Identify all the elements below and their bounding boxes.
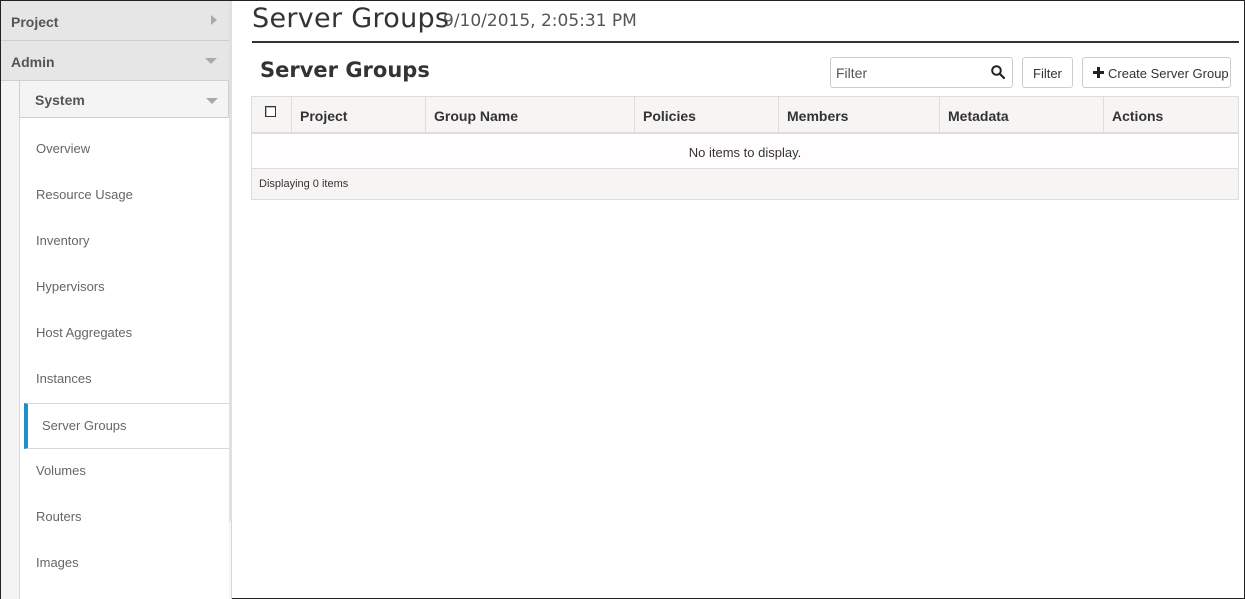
chevron-right-icon bbox=[211, 15, 217, 25]
sidebar-item-server-groups[interactable]: Server Groups bbox=[24, 403, 229, 449]
sidebar-section-admin-label: Admin bbox=[11, 54, 55, 70]
sidebar-section-project[interactable]: Project bbox=[1, 1, 229, 41]
sidebar-item-images[interactable]: Images bbox=[20, 541, 229, 587]
table-header-row: Project Group Name Policies Members Meta… bbox=[252, 97, 1238, 134]
sidebar-item-hypervisors[interactable]: Hypervisors bbox=[20, 265, 229, 311]
sidebar-item-routers[interactable]: Routers bbox=[20, 495, 229, 541]
page-title: Server Groups bbox=[252, 3, 450, 34]
sidebar-item-label: Hypervisors bbox=[36, 279, 105, 294]
column-header-metadata[interactable]: Metadata bbox=[940, 97, 1104, 132]
sidebar-item-label: Host Aggregates bbox=[36, 325, 133, 340]
sidebar-item-overview[interactable]: Overview bbox=[20, 127, 229, 173]
sidebar-item-label: Instances bbox=[36, 371, 92, 386]
sidebar-section-admin[interactable]: Admin bbox=[1, 41, 229, 81]
main-content: Server Groups 9/10/2015, 2:05:31 PM Serv… bbox=[232, 1, 1244, 598]
sidebar-item-label: Volumes bbox=[36, 463, 86, 478]
column-header-project[interactable]: Project bbox=[292, 97, 426, 132]
sidebar-item-label: Resource Usage bbox=[36, 187, 133, 202]
sidebar-item-label: Overview bbox=[36, 141, 91, 156]
sidebar-system-panel: System Overview Resource Usage Inventory… bbox=[19, 81, 229, 599]
sidebar-section-system-label: System bbox=[35, 92, 85, 108]
column-header-group-name[interactable]: Group Name bbox=[426, 97, 635, 132]
table-title: Server Groups bbox=[260, 58, 430, 82]
chevron-down-icon bbox=[206, 98, 218, 104]
filter-button[interactable]: Filter bbox=[1022, 57, 1073, 88]
filter-search-box bbox=[830, 57, 1013, 88]
sidebar-item-label: Inventory bbox=[36, 233, 90, 248]
sidebar-item-label: Images bbox=[36, 555, 79, 570]
sidebar-section-project-label: Project bbox=[11, 14, 59, 30]
table-footer-count: Displaying 0 items bbox=[252, 169, 1238, 199]
sidebar-item-host-aggregates[interactable]: Host Aggregates bbox=[20, 311, 229, 357]
sidebar-item-label: Server Groups bbox=[42, 418, 127, 433]
search-icon[interactable] bbox=[991, 65, 1005, 79]
create-server-group-label: Create Server Group bbox=[1108, 66, 1229, 81]
create-server-group-button[interactable]: Create Server Group bbox=[1082, 57, 1231, 88]
sidebar: Project Admin System Overview Resource U… bbox=[1, 1, 232, 599]
sidebar-section-system[interactable]: System bbox=[19, 81, 229, 118]
sidebar-item-label: Routers bbox=[36, 509, 82, 524]
sidebar-item-instances[interactable]: Instances bbox=[20, 357, 229, 403]
sidebar-item-inventory[interactable]: Inventory bbox=[20, 219, 229, 265]
column-header-actions: Actions bbox=[1112, 108, 1164, 124]
select-all-cell bbox=[252, 97, 292, 132]
page-timestamp: 9/10/2015, 2:05:31 PM bbox=[443, 11, 637, 31]
sidebar-item-volumes[interactable]: Volumes bbox=[20, 449, 229, 495]
select-all-checkbox[interactable] bbox=[265, 106, 276, 117]
page-header: Server Groups 9/10/2015, 2:05:31 PM bbox=[252, 1, 1239, 43]
plus-icon bbox=[1093, 67, 1104, 78]
column-header-members[interactable]: Members bbox=[779, 97, 940, 132]
filter-input[interactable] bbox=[831, 58, 981, 87]
column-header-policies[interactable]: Policies bbox=[635, 97, 779, 132]
sidebar-item-resource-usage[interactable]: Resource Usage bbox=[20, 173, 229, 219]
empty-table-message: No items to display. bbox=[252, 134, 1238, 169]
chevron-down-icon bbox=[205, 58, 217, 64]
server-groups-table: Project Group Name Policies Members Meta… bbox=[251, 96, 1239, 200]
